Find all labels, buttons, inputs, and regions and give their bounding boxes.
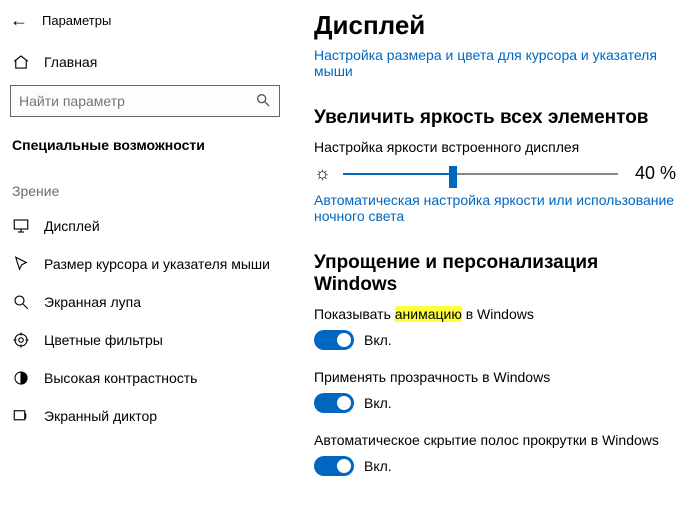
home-icon [12,53,30,71]
sidebar-item-label: Экранная лупа [44,294,141,310]
auto-brightness-link[interactable]: Автоматическая настройка яркости или исп… [314,192,676,224]
sidebar-item-label: Экранный диктор [44,408,157,424]
search-box[interactable] [10,85,280,117]
toggle-animations-state: Вкл. [364,332,392,348]
simplify-section-header: Упрощение и персонализация Windows [314,252,676,296]
contrast-icon [12,369,30,387]
page-title: Дисплей [314,10,676,41]
toggle-transparency[interactable] [314,393,354,413]
brightness-label: Настройка яркости встроенного дисплея [314,139,676,155]
sidebar-group-vision: Зрение [0,159,290,207]
back-icon[interactable]: ← [10,10,28,31]
slider-thumb[interactable] [449,166,457,188]
cursor-icon [12,255,30,273]
sidebar-item-label: Цветные фильтры [44,332,163,348]
toggle-scrollbars[interactable] [314,456,354,476]
narrator-icon [12,407,30,425]
color-filter-icon [12,331,30,349]
brightness-section-header: Увеличить яркость всех элементов [314,107,676,129]
sidebar-item-magnifier[interactable]: Экранная лупа [0,283,290,321]
search-icon [255,92,271,111]
highlight: анимацию [395,306,462,322]
cursor-settings-link[interactable]: Настройка размера и цвета для курсора и … [314,47,676,79]
magnifier-icon [12,293,30,311]
toggle-transparency-state: Вкл. [364,395,392,411]
toggle-scrollbars-label: Автоматическое скрытие полос прокрутки в… [314,432,676,448]
sidebar-item-label: Дисплей [44,218,100,234]
sidebar-home[interactable]: Главная [0,43,290,81]
toggle-animations[interactable] [314,330,354,350]
sidebar-home-label: Главная [44,54,97,70]
sidebar-item-color-filters[interactable]: Цветные фильтры [0,321,290,359]
sidebar-section-header: Специальные возможности [0,127,290,159]
toggle-scrollbars-state: Вкл. [364,458,392,474]
brightness-slider[interactable] [343,173,619,175]
sidebar-item-display[interactable]: Дисплей [0,207,290,245]
toggle-transparency-label: Применять прозрачность в Windows [314,369,676,385]
window-title: Параметры [42,13,111,28]
sidebar-item-label: Высокая контрастность [44,370,197,386]
sidebar-item-high-contrast[interactable]: Высокая контрастность [0,359,290,397]
sidebar-item-label: Размер курсора и указателя мыши [44,256,270,272]
main-content: Дисплей Настройка размера и цвета для ку… [290,0,700,508]
monitor-icon [12,217,30,235]
sidebar-item-narrator[interactable]: Экранный диктор [0,397,290,435]
sidebar-item-cursor-size[interactable]: Размер курсора и указателя мыши [0,245,290,283]
search-input[interactable] [19,93,255,109]
toggle-animations-label: Показывать анимацию в Windows [314,306,676,322]
sun-icon: ☼ [314,163,331,184]
slider-fill [343,173,453,175]
brightness-value: 40 % [630,163,676,184]
sidebar: ← Параметры Главная Специальные возможно… [0,0,290,508]
